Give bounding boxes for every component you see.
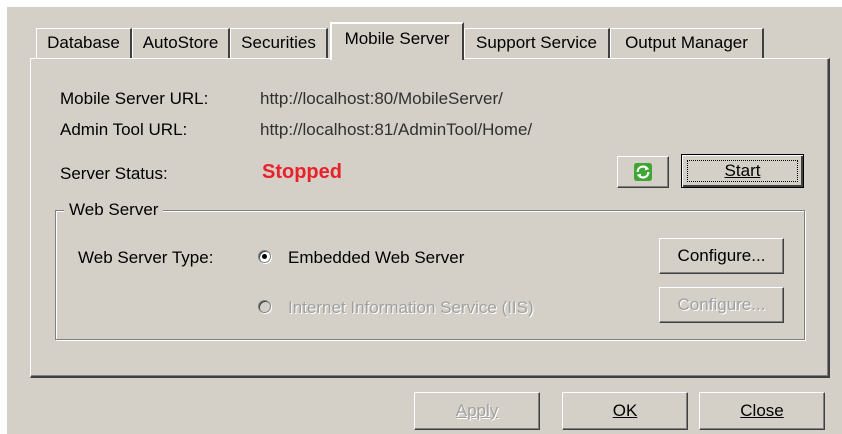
admin-tool-url-value: http://localhost:81/AdminTool/Home/	[260, 120, 533, 139]
server-status-value: Stopped	[262, 161, 342, 183]
close-button-label: Close	[740, 401, 784, 420]
tab-output-manager[interactable]: Output Manager	[610, 28, 764, 58]
ok-button-label: OK	[612, 401, 638, 420]
ok-button[interactable]: OK	[562, 392, 688, 430]
iis-label: Internet Information Service (IIS)	[288, 298, 534, 317]
close-button[interactable]: Close	[699, 392, 825, 430]
window-frame-left	[0, 0, 7, 434]
embedded-web-server-label[interactable]: Embedded Web Server	[288, 248, 464, 268]
refresh-icon	[634, 163, 652, 181]
radio-selected-dot	[262, 254, 267, 259]
admin-tool-url-label: Admin Tool URL:	[60, 120, 188, 139]
tab-support-service[interactable]: Support Service	[464, 28, 610, 58]
embedded-web-server-radio[interactable]	[258, 250, 271, 263]
refresh-button[interactable]	[617, 156, 669, 188]
configure-iis-button: Configure...	[659, 287, 784, 323]
tab-autostore[interactable]: AutoStore	[132, 28, 230, 58]
tab-database[interactable]: Database	[36, 28, 132, 58]
server-status-label: Server Status:	[60, 164, 168, 183]
apply-button-label: Apply	[455, 401, 499, 420]
iis-radio	[258, 300, 271, 313]
tab-securities[interactable]: Securities	[230, 28, 328, 58]
configure-embedded-button[interactable]: Configure...	[659, 238, 784, 274]
mobile-server-url-label: Mobile Server URL:	[60, 89, 209, 108]
focus-rect	[687, 160, 798, 182]
mobile-server-url-value: http://localhost:80/MobileServer/	[260, 89, 503, 108]
window-frame-top	[0, 0, 842, 7]
web-server-group-title: Web Server	[64, 200, 164, 220]
apply-button: Apply	[414, 392, 540, 430]
tab-mobile-server[interactable]: Mobile Server	[330, 22, 464, 60]
start-button[interactable]: Start	[681, 154, 804, 188]
web-server-type-label: Web Server Type:	[78, 248, 214, 267]
